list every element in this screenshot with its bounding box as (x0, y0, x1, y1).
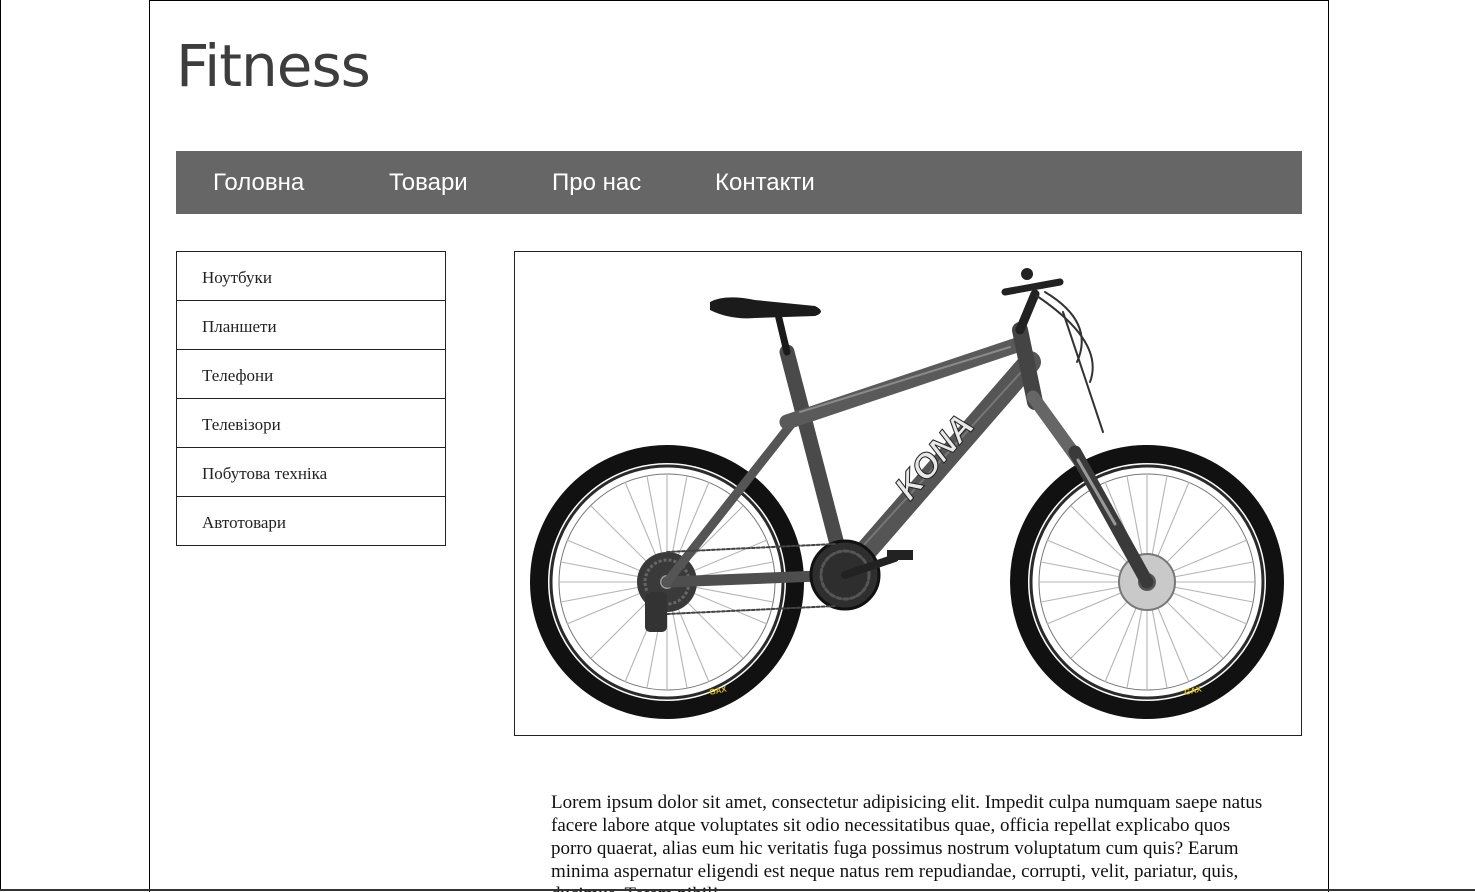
sidebar-link-tvs[interactable]: Телевізори (177, 399, 445, 447)
bike-frame (645, 268, 1154, 632)
sidebar-link-tablets[interactable]: Планшети (177, 301, 445, 349)
nav-item-home[interactable]: Головна (213, 151, 304, 214)
product-description: Lorem ipsum dolor sit amet, consectetur … (551, 792, 1263, 892)
main-navigation: Головна Товари Про нас Контакти (176, 151, 1302, 214)
sidebar-item-tablets: Планшети (176, 300, 446, 350)
svg-text:KONA: KONA (887, 407, 981, 507)
sidebar-item-tvs: Телевізори (176, 398, 446, 448)
sidebar-link-phones[interactable]: Телефони (177, 350, 445, 398)
sidebar-item-laptops: Ноутбуки (176, 251, 446, 301)
sidebar-item-appliances: Побутова техніка (176, 447, 446, 497)
sidebar-link-auto[interactable]: Автотовари (177, 497, 445, 545)
product-image-frame: GAX GAX KONA (514, 251, 1302, 736)
site-logo[interactable]: Fitness (176, 37, 371, 95)
nav-item-products[interactable]: Товари (389, 151, 468, 214)
sidebar-link-laptops[interactable]: Ноутбуки (177, 252, 445, 300)
category-sidebar: Ноутбуки Планшети Телефони Телевізори По… (176, 251, 446, 546)
page-container: Fitness Головна Товари Про нас Контакти … (149, 0, 1329, 892)
viewport-edge (0, 0, 1, 891)
sidebar-item-phones: Телефони (176, 349, 446, 399)
mountain-bike-image: GAX GAX KONA (530, 268, 1284, 719)
nav-item-contacts[interactable]: Контакти (715, 151, 815, 214)
nav-item-about[interactable]: Про нас (552, 151, 641, 214)
sidebar-item-auto: Автотовари (176, 496, 446, 546)
sidebar-link-appliances[interactable]: Побутова техніка (177, 448, 445, 496)
